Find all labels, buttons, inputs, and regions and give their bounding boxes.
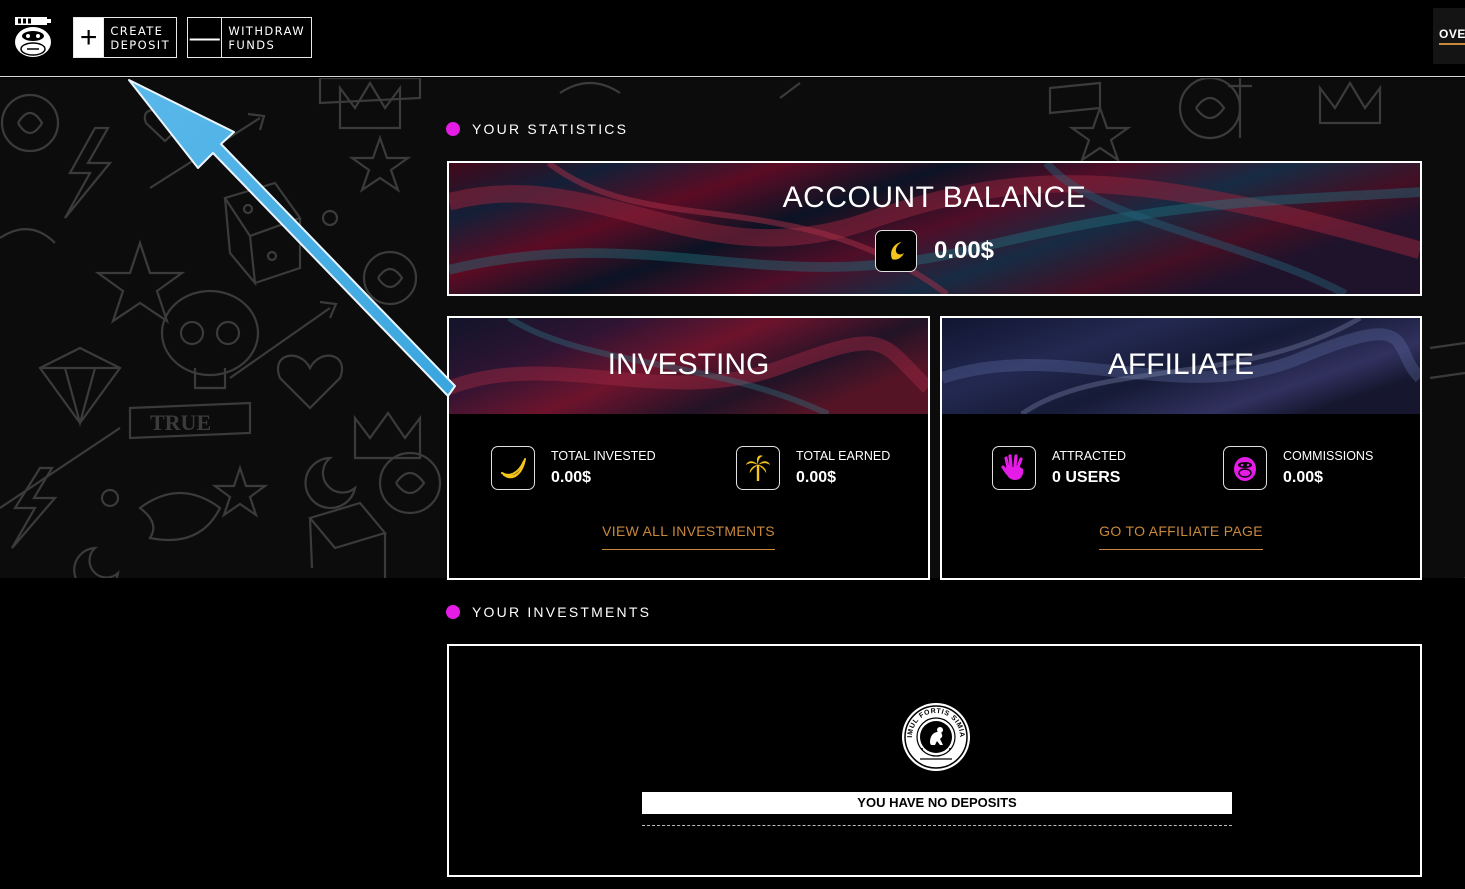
total-invested-stat: TOTAL INVESTED 0.00$ — [491, 446, 656, 490]
svg-text:TRUE: TRUE — [150, 410, 211, 435]
attracted-stat: ATTRACTED 0 USERS — [992, 446, 1126, 490]
affiliate-title: AFFILIATE — [1107, 348, 1255, 381]
top-header: + CREATE DEPOSIT — WITHDRAW FUNDS OVER — [0, 0, 1465, 77]
withdraw-funds-label-line2: FUNDS — [228, 37, 276, 52]
commissions-stat: COMMISSIONS 0.00$ — [1223, 446, 1373, 490]
view-all-investments-link[interactable]: VIEW ALL INVESTMENTS — [602, 523, 775, 550]
statistics-title-text: YOUR STATISTICS — [472, 121, 629, 137]
affiliate-card: AFFILIATE ATTRACTED 0 USERS COMMISSIONS … — [940, 316, 1422, 580]
total-invested-value: 0.00$ — [551, 469, 592, 486]
statistics-section-title: YOUR STATISTICS — [446, 121, 628, 137]
gorilla-logo-icon[interactable] — [12, 14, 54, 60]
withdraw-funds-label-line1: WITHDRAW — [228, 23, 305, 38]
commissions-value: 0.00$ — [1283, 469, 1324, 486]
attracted-value: 0 USERS — [1052, 469, 1121, 486]
create-deposit-label-line2: DEPOSIT — [110, 37, 170, 52]
withdraw-funds-button[interactable]: — WITHDRAW FUNDS — [187, 17, 312, 58]
palm-tree-icon — [736, 446, 780, 490]
plus-icon: + — [74, 18, 104, 57]
go-to-affiliate-page-link[interactable]: GO TO AFFILIATE PAGE — [1099, 523, 1263, 550]
magenta-dot-icon — [446, 122, 460, 136]
no-deposits-message: YOU HAVE NO DEPOSITS — [642, 792, 1232, 814]
nav-tab-overview-label: OVER — [1439, 27, 1465, 45]
total-invested-label: TOTAL INVESTED — [551, 449, 656, 463]
investments-card: SIMUL FORTIS SIMIAE YOU HAVE NO DEPOSITS — [447, 644, 1422, 877]
commissions-label: COMMISSIONS — [1283, 449, 1374, 463]
attracted-label: ATTRACTED — [1052, 449, 1127, 463]
create-deposit-button[interactable]: + CREATE DEPOSIT — [73, 17, 177, 58]
account-balance-card: ACCOUNT BALANCE 0.00$ — [447, 161, 1422, 296]
magenta-dot-icon — [446, 605, 460, 619]
monkey-seal-icon: SIMUL FORTIS SIMIAE — [900, 701, 970, 771]
gorilla-hand-icon — [992, 446, 1036, 490]
minus-icon: — — [189, 20, 220, 54]
investments-title-text: YOUR INVESTMENTS — [472, 604, 652, 620]
account-balance-title: ACCOUNT BALANCE — [782, 181, 1087, 214]
investing-title: INVESTING — [607, 348, 770, 381]
gorilla-face-icon — [1223, 446, 1267, 490]
banana-icon — [491, 446, 535, 490]
create-deposit-label-line1: CREATE — [110, 23, 164, 38]
nav-tab-overview[interactable]: OVER — [1433, 8, 1465, 64]
account-balance-amount: 0.00$ — [933, 237, 995, 264]
total-earned-stat: TOTAL EARNED 0.00$ — [736, 446, 890, 490]
investing-card: INVESTING TOTAL INVESTED 0.00$ TOTAL EAR… — [447, 316, 930, 580]
total-earned-value: 0.00$ — [796, 469, 837, 486]
dashed-divider — [642, 825, 1232, 826]
total-earned-label: TOTAL EARNED — [796, 449, 891, 463]
moon-banana-icon — [874, 230, 917, 272]
investments-section-title: YOUR INVESTMENTS — [446, 604, 651, 620]
